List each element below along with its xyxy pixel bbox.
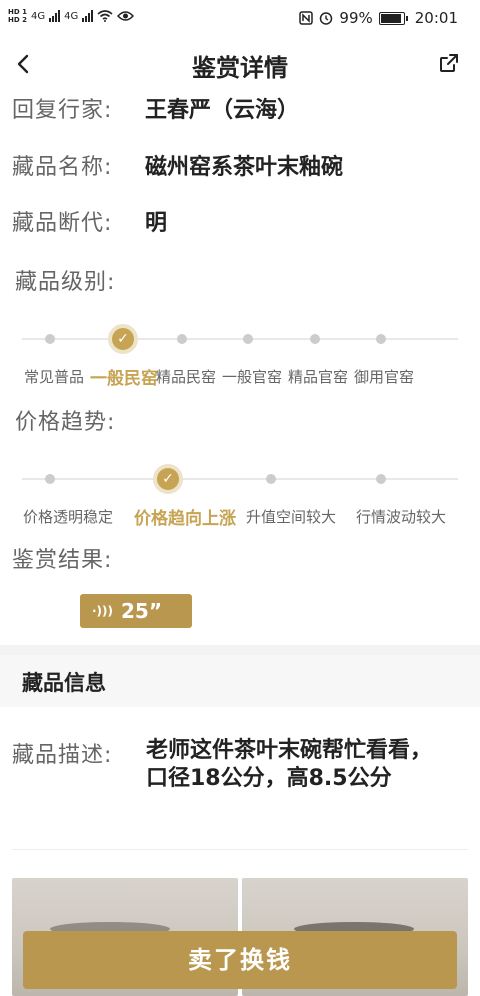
grade-dot [376,334,386,344]
signal1-icon [49,10,61,22]
battery-icon [378,11,408,25]
result-row: 鉴赏结果: [12,542,145,574]
grade-label: 藏品级别: [15,270,116,295]
grade-option: 一般官窑 [222,368,283,386]
description-value: 老师这件茶叶末碗帮忙看看，口径18公分，高8.5公分 [146,738,433,791]
hd2-label: HD 2 [8,16,27,24]
audio-wave-icon: ·))) [92,604,114,618]
trend-track [22,478,458,480]
grade-option-selected: 一般民窑 [90,369,158,389]
divider [12,849,468,850]
grade-option: 常见普品 [24,368,85,386]
network1-label: 4G [30,10,46,22]
item-name-label: 藏品名称: [12,155,113,180]
checkmark-icon: ✓ [112,328,134,350]
trend-option: 价格透明稳定 [23,508,114,526]
nfc-icon [299,11,314,25]
dating-value: 明 [145,211,168,236]
clock: 20:01 [414,9,458,27]
grade-track [22,338,458,340]
grade-dot [45,334,55,344]
trend-dot [45,474,55,484]
hd1-label: HD 1 [8,8,27,16]
grade-row: 藏品级别: [15,264,148,296]
section-divider [0,645,480,655]
info-section-title: 藏品信息 [22,671,106,695]
trend-row: 价格趋势: [15,404,148,436]
grade-dot [177,334,187,344]
grade-dot [310,334,320,344]
signal2-icon [82,10,94,22]
alarm-icon [320,12,333,25]
item-name-value: 磁州窑系茶叶末釉碗 [145,155,344,180]
grade-option: 精品官窑 [288,368,349,386]
expert-row: 回复行家: 王春严（云海） [12,92,299,124]
eye-icon [117,11,135,21]
result-label: 鉴赏结果: [12,548,113,573]
nav-bar: 鉴赏详情 [0,40,480,88]
trend-dot [266,474,276,484]
audio-duration: 25” [121,599,162,623]
battery-percent: 99% [339,9,373,27]
info-section-header: 藏品信息 [0,655,480,707]
trend-option-selected: 价格趋向上涨 [134,509,236,529]
checkmark-icon: ✓ [157,468,179,490]
grade-dot [243,334,253,344]
status-left: HD 1 HD 2 4G 4G [8,8,135,24]
trend-label: 价格趋势: [15,410,116,435]
expert-value: 王春严（云海） [145,98,300,123]
sell-button[interactable]: 卖了换钱 [23,931,457,989]
grade-option: 精品民窑 [156,368,217,386]
description-label: 藏品描述: [12,743,113,768]
trend-option: 升值空间较大 [246,508,337,526]
trend-option: 行情波动较大 [356,508,447,526]
dating-label: 藏品断代: [12,211,113,236]
expert-label: 回复行家: [12,98,113,123]
share-icon[interactable] [438,52,460,74]
grade-option: 御用官窑 [354,368,415,386]
status-right: 99% 20:01 [299,9,458,27]
trend-dot [376,474,386,484]
audio-message-button[interactable]: ·))) 25” [80,594,192,628]
network2-label: 4G [64,10,79,22]
dating-row: 藏品断代: 明 [12,205,167,237]
wifi-icon [97,10,113,22]
status-bar: HD 1 HD 2 4G 4G 99% 20:01 [0,0,480,36]
item-name-row: 藏品名称: 磁州窑系茶叶末釉碗 [12,149,343,181]
page-title: 鉴赏详情 [192,54,288,82]
